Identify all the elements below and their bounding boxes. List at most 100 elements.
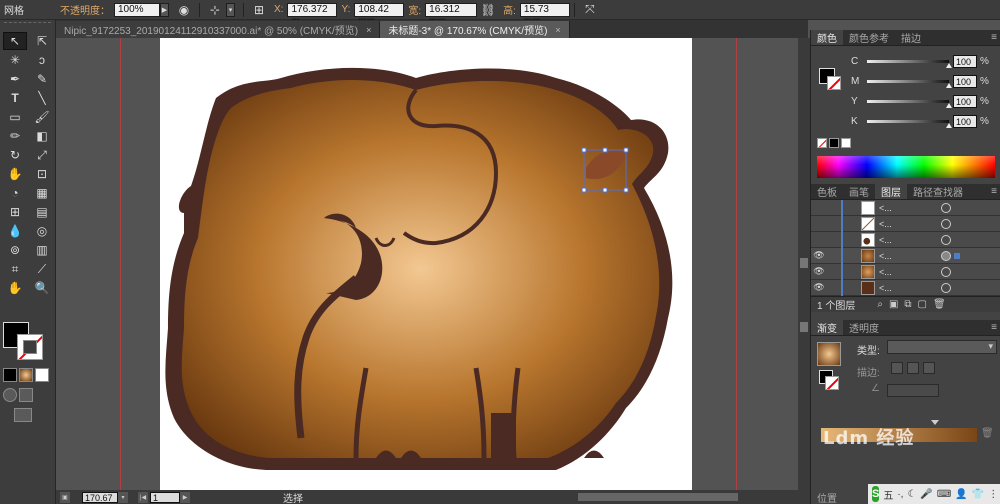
channel-k-slider[interactable] <box>867 119 952 128</box>
transform-dropdown-icon[interactable]: ▾ <box>226 2 235 17</box>
tab-brushes[interactable]: 画笔 <box>843 184 875 199</box>
hand-tool-icon[interactable]: ✋ <box>3 279 27 297</box>
scroll-thumb[interactable] <box>800 322 808 332</box>
channel-c-input[interactable]: 100 <box>953 54 977 68</box>
tab-layers[interactable]: 图层 <box>875 184 907 199</box>
layer-row[interactable]: 👁 <... <box>811 263 1000 280</box>
height-input[interactable]: 15.73 mm <box>519 2 570 27</box>
color-mode-button[interactable] <box>3 368 17 382</box>
blend-tool-icon[interactable]: ◎ <box>30 222 54 240</box>
gradient-midpoint[interactable] <box>931 420 939 425</box>
slice-tool-icon[interactable]: ⟋ <box>30 260 54 278</box>
channel-m-input[interactable]: 100 <box>953 74 977 88</box>
artboard-tool-icon[interactable]: ⌗ <box>3 260 27 278</box>
mesh-tool-icon[interactable]: ⊞ <box>3 203 27 221</box>
lasso-tool-icon[interactable]: ↄ <box>30 51 54 69</box>
warp-tool-icon[interactable]: ✋ <box>3 165 27 183</box>
punctuation-icon[interactable]: ·, <box>897 489 903 500</box>
paintbrush-tool-icon[interactable]: 🖌 <box>30 108 54 126</box>
tab-pathfinder[interactable]: 路径查找器 <box>907 184 969 199</box>
horizontal-scroll-thumb[interactable] <box>578 493 738 501</box>
magic-wand-tool-icon[interactable]: ✳ <box>3 51 27 69</box>
shape-builder-tool-icon[interactable]: ◔ <box>3 184 27 202</box>
ime-logo-icon[interactable]: S <box>872 486 880 502</box>
scroll-thumb[interactable] <box>800 258 808 268</box>
pencil-tool-icon[interactable]: ✏ <box>3 127 27 145</box>
screen-mode-icon[interactable] <box>14 408 32 422</box>
target-icon[interactable] <box>941 202 951 213</box>
gradient-stroke-swatch[interactable] <box>825 376 839 390</box>
ime-mode[interactable]: 五 <box>883 487 893 502</box>
draw-behind-icon[interactable] <box>19 388 33 402</box>
eye-icon[interactable]: 👁 <box>811 250 827 261</box>
constrain-link-icon[interactable]: ⛓ <box>480 2 496 18</box>
target-icon[interactable] <box>941 218 951 229</box>
curvature-tool-icon[interactable]: ✎ <box>30 70 54 88</box>
next-page-icon[interactable]: ▶ <box>180 491 190 503</box>
zoom-dropdown-icon[interactable]: ▾ <box>118 491 128 503</box>
symbol-sprayer-tool-icon[interactable]: ⊚ <box>3 241 27 259</box>
column-graph-tool-icon[interactable]: ▥ <box>30 241 54 259</box>
tab-color-guide[interactable]: 颜色参考 <box>843 30 895 45</box>
gradient-angle-input[interactable] <box>887 384 939 397</box>
layer-row[interactable]: 👁 <... <box>811 279 1000 296</box>
locate-object-icon[interactable]: ⌕ <box>877 299 883 310</box>
tab-document-2[interactable]: 未标题-3* @ 170.67% (CMYK/预览) × <box>380 21 570 38</box>
zoom-tool-icon[interactable]: 🔍 <box>30 279 54 297</box>
eyedropper-tool-icon[interactable]: 💧 <box>3 222 27 240</box>
mic-icon[interactable]: 🎤 <box>920 489 932 500</box>
trash-icon[interactable]: 🗑 <box>981 428 994 439</box>
stroke-swatch[interactable] <box>17 334 43 360</box>
channel-k-input[interactable]: 100 <box>953 114 977 128</box>
selection-tool-icon[interactable]: ↖ <box>3 32 27 50</box>
zoom-input[interactable]: 170.67 <box>82 491 118 503</box>
target-icon[interactable] <box>941 234 951 245</box>
keyboard-icon[interactable]: ⌨ <box>937 489 951 500</box>
eraser-tool-icon[interactable]: ◧ <box>30 127 54 145</box>
none-swatch[interactable] <box>817 138 827 148</box>
type-tool-icon[interactable]: T <box>3 89 27 107</box>
layer-row-selected[interactable]: 👁 <... <box>811 247 1000 264</box>
gradient-mode-button[interactable] <box>19 368 33 382</box>
white-swatch[interactable] <box>841 138 851 148</box>
new-layer-icon[interactable]: ▢ <box>918 299 927 310</box>
rectangle-tool-icon[interactable]: ▭ <box>3 108 27 126</box>
black-swatch[interactable] <box>829 138 839 148</box>
width-input[interactable]: 16.312 mm <box>425 2 478 27</box>
scale-tool-icon[interactable]: ⤢ <box>30 146 54 164</box>
first-page-icon[interactable]: |◀ <box>138 491 148 503</box>
tab-gradient[interactable]: 渐变 <box>811 320 843 335</box>
channel-y-input[interactable]: 100 <box>953 94 977 108</box>
color-stroke-swatch[interactable] <box>827 76 841 90</box>
color-spectrum[interactable] <box>817 156 995 178</box>
tab-transparency[interactable]: 透明度 <box>843 320 885 335</box>
channel-y-slider[interactable] <box>867 99 952 108</box>
target-icon[interactable] <box>941 282 951 293</box>
eye-icon[interactable]: 👁 <box>811 282 827 293</box>
rotate-tool-icon[interactable]: ↻ <box>3 146 27 164</box>
grid-icon[interactable]: ⋮⋮ <box>988 489 1000 500</box>
x-input[interactable]: 176.372 m <box>287 2 338 27</box>
reference-point-icon[interactable]: ⊞ <box>251 2 267 18</box>
free-transform-tool-icon[interactable]: ⊡ <box>30 165 54 183</box>
elephant-artwork[interactable] <box>56 38 798 490</box>
close-icon[interactable]: × <box>366 25 371 35</box>
channel-c-slider[interactable] <box>867 59 952 68</box>
trash-icon[interactable]: 🗑 <box>933 299 946 310</box>
target-icon[interactable] <box>941 250 951 261</box>
line-tool-icon[interactable]: ╲ <box>30 89 54 107</box>
eye-icon[interactable]: 👁 <box>811 266 827 277</box>
isolate-icon[interactable]: ⤧ <box>582 2 598 18</box>
draw-normal-icon[interactable] <box>3 388 17 402</box>
opacity-dropdown-icon[interactable]: ▶ <box>160 2 169 17</box>
opacity-input[interactable]: 100% <box>114 2 160 17</box>
page-input[interactable]: 1 <box>150 491 180 503</box>
shirt-icon[interactable]: 👕 <box>972 489 984 500</box>
channel-m-slider[interactable] <box>867 79 952 88</box>
artboard-nav-icon[interactable]: ▣ <box>60 491 70 503</box>
layer-row[interactable]: <... <box>811 231 1000 248</box>
panel-menu-icon[interactable]: ≡ <box>987 320 1000 335</box>
gradient-type-select[interactable] <box>887 340 997 354</box>
new-sublayer-icon[interactable]: ⧉ <box>904 299 911 310</box>
user-icon[interactable]: 👤 <box>955 489 967 500</box>
